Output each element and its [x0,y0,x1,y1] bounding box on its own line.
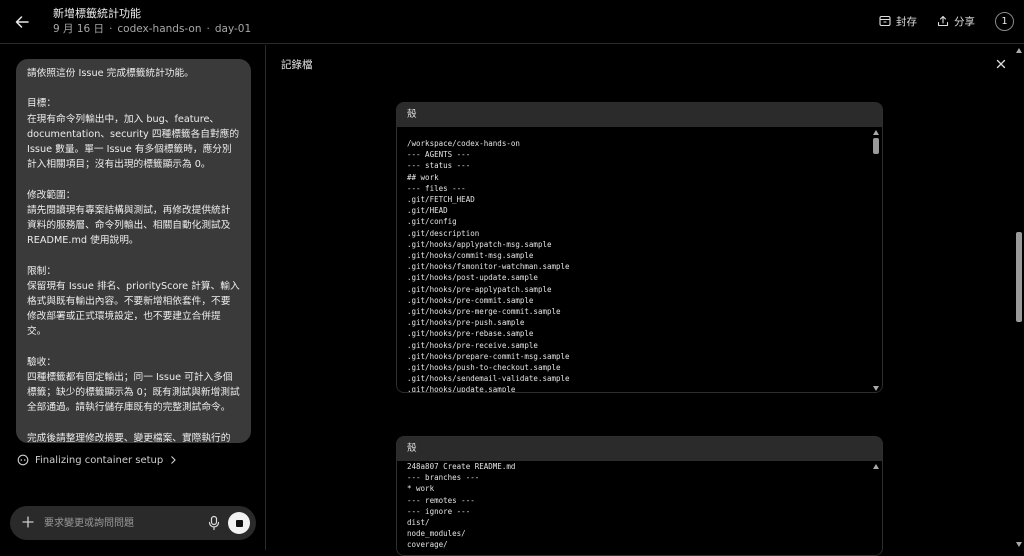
stop-icon [235,519,243,527]
chevron-right-icon [171,456,177,464]
scroll-up-icon[interactable] [873,130,879,135]
share-label: 分享 [954,15,975,28]
shell-output-2: 殼 248a807 Create README.md --- branches -… [396,436,883,556]
shell-body: 248a807 Create README.md --- branches ---… [397,461,882,555]
notification-badge[interactable]: 1 [995,11,1014,31]
log-line: .git/hooks/pre-applypatch.sample [407,284,552,294]
meta-separator: · [109,23,113,35]
shell-label: 殼 [397,437,882,461]
task-title: 新增標籤統計功能 [53,7,141,20]
log-line: .git/hooks/pre-receive.sample [407,340,538,350]
shell-label: 殼 [397,103,882,127]
task-title-block: 新增標籤統計功能 9 月 16 日 · codex-hands-on · day-01 [53,7,251,37]
back-button[interactable] [8,8,36,36]
header-actions: 封存 分享 1 [879,10,1014,32]
panel-title: 記錄檔 [281,59,313,71]
arrow-left-icon [15,16,29,28]
log-line: --- files --- [407,183,466,193]
log-line: .git/hooks/fsmonitor-watchman.sample [407,262,570,272]
user-message-bubble: 請依照這份 Issue 完成標籤統計功能。 目標： 在現有命令列輸出中，加入 b… [16,59,251,443]
shell-body: /workspace/codex-hands-on --- AGENTS --- -… [397,127,882,393]
log-line: 248a807 Create README.md [407,462,516,471]
plus-icon[interactable] [20,514,36,530]
scroll-down-icon[interactable] [873,386,879,391]
log-line: --- status --- [407,161,471,171]
top-bar: 新增標籤統計功能 9 月 16 日 · codex-hands-on · day-01 … [0,0,1024,44]
shell-scrollbar[interactable] [871,127,882,392]
task-date: 9 月 16 日 [53,23,105,35]
log-line: .git/FETCH_HEAD [407,195,475,205]
log-line: .git/HEAD [407,206,448,216]
scroll-down-icon[interactable] [1016,542,1022,547]
log-line: * work [407,484,435,494]
scroll-up-icon[interactable] [873,464,879,469]
log-line: .git/hooks/update.sample [407,385,516,393]
loading-status-icon [17,454,29,466]
close-icon[interactable] [994,57,1008,71]
log-line: coverage/ [407,540,448,550]
log-line: .git/hooks/pre-rebase.sample [407,329,534,339]
log-line: .git/description [407,228,480,238]
log-line: --- ignore --- [407,506,471,516]
log-line: --- branches --- [407,473,480,483]
scroll-thumb[interactable] [873,138,879,154]
shell-log: /workspace/codex-hands-on --- AGENTS --- -… [397,127,882,393]
log-line: --- remotes --- [407,495,475,505]
archive-label: 封存 [896,15,917,28]
log-line: .git/hooks/push-to-checkout.sample [407,363,561,373]
shell-scrollbar[interactable] [871,461,882,555]
composer [10,506,256,540]
log-line: ## work [407,172,439,182]
task-status[interactable]: Finalizing container setup [17,454,177,466]
repo-name[interactable]: codex-hands-on [117,23,201,35]
page-scroll-thumb[interactable] [1016,232,1022,322]
composer-input[interactable] [44,514,194,532]
share-button[interactable]: 分享 [937,10,975,32]
page-scrollbar[interactable] [1014,45,1024,550]
status-text: Finalizing container setup [35,454,164,466]
log-line: .git/hooks/pre-push.sample [407,318,525,328]
chat-pane: 請依照這份 Issue 完成標籤統計功能。 目標： 在現有命令列輸出中，加入 b… [0,45,266,550]
log-line: dist/ [407,518,430,528]
log-line: .git/hooks/pre-merge-commit.sample [407,307,561,317]
log-line: .git/hooks/prepare-commit-msg.sample [407,351,570,361]
branch-name[interactable]: day-01 [215,23,251,35]
log-line: /workspace/codex-hands-on [407,139,520,148]
archive-button[interactable]: 封存 [879,10,917,32]
stop-button[interactable] [228,512,250,534]
task-meta: 9 月 16 日 · codex-hands-on · day-01 [53,22,251,37]
log-line: .git/hooks/pre-commit.sample [407,295,534,305]
log-line: .git/config [407,217,457,227]
log-line: .git/hooks/sendemail-validate.sample [407,374,570,384]
shell-log: 248a807 Create README.md --- branches ---… [397,461,882,551]
log-line: .git/hooks/post-update.sample [407,273,538,283]
microphone-icon[interactable] [207,515,221,531]
log-line: .git/hooks/commit-msg.sample [407,251,534,261]
meta-separator: · [206,23,210,35]
logs-panel: 記錄檔 殼 /workspace/codex-hands-on --- AGENT… [267,45,1024,556]
log-line: .git/hooks/applypatch-msg.sample [407,239,552,249]
shell-output-1: 殼 /workspace/codex-hands-on --- AGENTS --… [396,102,883,393]
archive-icon [879,15,891,27]
scroll-up-icon[interactable] [1016,48,1022,53]
log-line: --- AGENTS --- [407,150,471,160]
share-icon [937,15,949,27]
log-line: node_modules/ [407,529,466,539]
